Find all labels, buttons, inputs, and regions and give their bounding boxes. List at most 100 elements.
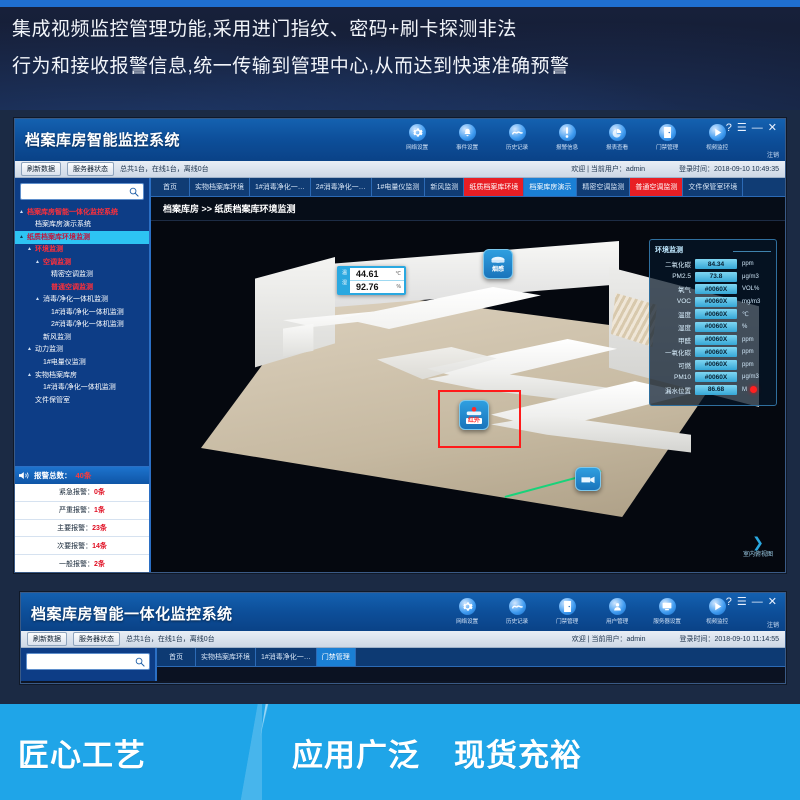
toolbar-button-alarm-info[interactable]: 报警信息 <box>545 122 589 151</box>
tree-caret-icon[interactable]: ▲ <box>35 259 41 265</box>
tab-item[interactable]: 首页 <box>157 648 196 666</box>
minimize-button[interactable]: — <box>752 122 766 134</box>
env-measurement-row: 甲醛 #0060X ppm <box>655 334 771 345</box>
env-panel-title: 环境监测 <box>655 245 771 255</box>
sensor-chip-smoke[interactable]: 烟感 <box>483 249 513 279</box>
banner-left-block: 匠心工艺 <box>0 704 262 800</box>
server-status-button[interactable]: 服务器状态 <box>67 162 114 176</box>
help-button[interactable]: ? <box>726 122 735 134</box>
tab-item[interactable]: 1#消毒净化一… <box>256 648 317 666</box>
tab-item[interactable]: 精密空调监测 <box>577 178 631 196</box>
menu-button[interactable]: ☰ <box>737 121 750 134</box>
tab-item[interactable]: 门禁管理 <box>316 648 356 666</box>
alarm-row[interactable]: 严重报警：1条 <box>15 501 149 520</box>
tab-bar-primary: 首页 实物档案库环境 1#消毒净化一… 2#消毒净化一… 1#电量仪监测 新风监测 纸质档案… <box>151 178 785 197</box>
close-button[interactable]: ✕ <box>768 121 780 134</box>
toolbar2-label: 服务器设置 <box>653 619 681 625</box>
floorplan-view-toggle[interactable]: ❯ 室内俯视图 <box>743 535 773 558</box>
refresh-data-button-2[interactable]: 刷新数据 <box>27 632 67 646</box>
logout-button-primary[interactable]: 注销 <box>767 150 779 159</box>
menu-button-2[interactable]: ☰ <box>737 595 750 608</box>
close-button-2[interactable]: ✕ <box>768 595 780 608</box>
user-icon <box>608 598 626 615</box>
tab-item[interactable]: 档案库房演示 <box>524 178 578 196</box>
floorplan-3d-scene[interactable]: 温 湿 44.61 ℃ 92.76 % 烟感 红外 环境监测 二氧化碳 84.3… <box>151 221 785 572</box>
search-box-2[interactable] <box>26 653 150 670</box>
help-button-2[interactable]: ? <box>726 596 735 608</box>
env-measurement-row: 氧气 #0060X VOL% <box>655 284 771 295</box>
tree-item[interactable]: 1#消毒/净化一体机监测 <box>15 381 149 394</box>
logout-button-secondary[interactable]: 注销 <box>767 620 779 629</box>
tree-item[interactable]: ▲ 档案库房智能一体化监控系统 <box>15 206 149 219</box>
tree-item[interactable]: 1#消毒/净化一体机监测 <box>15 306 149 319</box>
welcome-user-label: 欢迎 | 当前用户：admin <box>571 166 645 173</box>
tree-caret-icon[interactable]: ▲ <box>27 372 33 378</box>
alarm-row[interactable]: 一般报警：2条 <box>15 555 149 572</box>
alarm-total-header[interactable]: 报警总数： 40条 <box>15 467 149 485</box>
sensor-chip-infrared[interactable]: 红外 <box>459 400 489 430</box>
tree-caret-icon[interactable]: ▲ <box>19 234 25 240</box>
tooltip-tick-top: 温 <box>341 269 347 276</box>
tree-caret-icon[interactable]: ▲ <box>35 297 41 303</box>
refresh-data-button[interactable]: 刷新数据 <box>21 162 61 176</box>
toolbar2-button-network-settings[interactable]: 网络设置 <box>445 596 489 625</box>
sensor-reading-tooltip[interactable]: 温 湿 44.61 ℃ 92.76 % <box>337 266 406 295</box>
minimize-button-2[interactable]: — <box>752 596 766 608</box>
env-metric-value: #0060X <box>695 347 737 358</box>
tree-item[interactable]: ▲ 空调监测 <box>15 256 149 269</box>
tree-caret-icon[interactable]: ▲ <box>27 246 33 252</box>
tab-item[interactable]: 实物档案库环境 <box>190 178 250 196</box>
tree-item[interactable]: ▲ 消毒/净化一体机监测 <box>15 294 149 307</box>
tree-caret-icon[interactable]: ▲ <box>19 209 25 215</box>
tree-item[interactable]: 2#消毒/净化一体机监测 <box>15 319 149 332</box>
toolbar2-button-access-control[interactable]: 门禁管理 <box>545 596 589 625</box>
alarm-row[interactable]: 次要报警：14条 <box>15 537 149 556</box>
toolbar-label: 报警信息 <box>555 145 579 151</box>
tab-item[interactable]: 2#消毒净化一… <box>311 178 372 196</box>
tab-item[interactable]: 实物档案库环境 <box>196 648 256 666</box>
tree-caret-icon[interactable]: ▲ <box>27 347 33 353</box>
search-box[interactable] <box>20 183 144 200</box>
device-count-status: 总共1台，在线1台，离线0台 <box>120 166 209 173</box>
window-controls-primary: ? ☰ — ✕ <box>726 121 780 135</box>
tree-item[interactable]: 精密空调监测 <box>15 269 149 282</box>
server-status-button-2[interactable]: 服务器状态 <box>73 632 120 646</box>
tree-item[interactable]: 新风监测 <box>15 331 149 344</box>
humidity-unit: % <box>396 284 401 290</box>
tree-item[interactable]: 文件保管室 <box>15 394 149 407</box>
toolbar-button-reports[interactable]: 报表查看 <box>595 122 639 151</box>
env-measurement-row: PM10 #0060X μg/m3 <box>655 372 771 383</box>
toolbar2-button-server-settings[interactable]: 服务器设置 <box>645 596 689 625</box>
sensor-chip-camera[interactable] <box>575 467 601 491</box>
tab-item[interactable]: 文件保管室环境 <box>683 178 744 196</box>
toolbar-button-network-settings[interactable]: 网络设置 <box>395 122 439 151</box>
main-pane-primary: 首页 实物档案库环境 1#消毒净化一… 2#消毒净化一… 1#电量仪监测 新风监测 纸质档案… <box>151 178 785 572</box>
tree-item[interactable]: ▲ 纸质档案库环境监测 <box>15 231 149 244</box>
tree-item[interactable]: ▲ 动力监测 <box>15 344 149 357</box>
tree-item[interactable]: 档案库房演示系统 <box>15 219 149 232</box>
alarm-row[interactable]: 主要报警：23条 <box>15 519 149 538</box>
search-input-2[interactable] <box>31 658 135 665</box>
env-metric-unit: % <box>742 323 748 330</box>
tab-item[interactable]: 普通空调监测 <box>630 178 684 196</box>
tree-item[interactable]: 1#电量仪监测 <box>15 356 149 369</box>
tab-item[interactable]: 新风监测 <box>425 178 465 196</box>
toolbar-button-access-control[interactable]: 门禁管理 <box>645 122 689 151</box>
tree-item[interactable]: ▲ 环境监测 <box>15 244 149 257</box>
banner-slogan-2: 现货充裕 <box>454 737 582 773</box>
tree-item[interactable]: ▲ 实物档案库房 <box>15 369 149 382</box>
toolbar2-button-history[interactable]: 历史记录 <box>495 596 539 625</box>
alarm-row-count: 14条 <box>92 542 107 550</box>
toolbar2-label: 网络设置 <box>455 619 479 625</box>
tab-item[interactable]: 1#电量仪监测 <box>372 178 426 196</box>
search-input[interactable] <box>25 188 129 195</box>
tab-item[interactable]: 纸质档案库环境 <box>464 178 525 196</box>
toolbar-button-event-settings[interactable]: 事件设置 <box>445 122 489 151</box>
tab-item[interactable]: 首页 <box>151 178 190 196</box>
toolbar2-button-user-management[interactable]: 用户管理 <box>595 596 639 625</box>
alarm-row[interactable]: 紧急报警：0条 <box>15 484 149 502</box>
toolbar-button-history[interactable]: 历史记录 <box>495 122 539 151</box>
tab-item[interactable]: 1#消毒净化一… <box>250 178 311 196</box>
tree-item[interactable]: 普通空调监测 <box>15 281 149 294</box>
env-metric-label: PM2.5 <box>672 273 691 281</box>
